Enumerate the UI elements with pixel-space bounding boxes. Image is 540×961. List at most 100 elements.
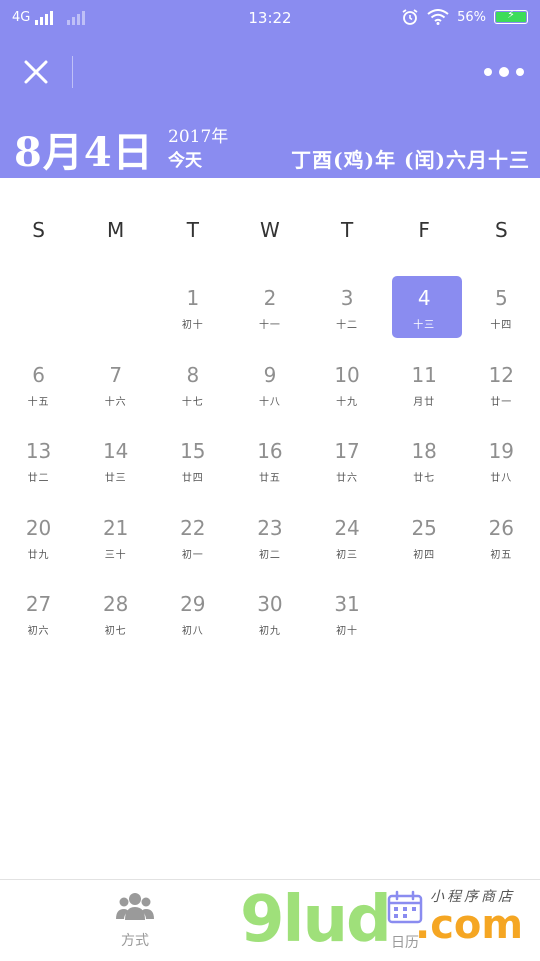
day-cell[interactable]: 22 初一 — [154, 506, 231, 583]
day-lunar: 十一 — [258, 320, 281, 331]
date-header: 8月4日 2017年 今天 丁酉(鸡)年 (闰)六月十三 — [0, 108, 540, 178]
day-cell[interactable]: 16 廿五 — [231, 429, 308, 506]
day-number: 16 — [257, 439, 283, 463]
day-cell-empty — [77, 276, 154, 353]
watermark-small: 小程序商店 — [430, 889, 515, 905]
day-number: 17 — [334, 439, 360, 463]
weekday-mon: M — [107, 218, 125, 242]
day-number: 19 — [488, 439, 515, 463]
day-lunar: 十四 — [490, 320, 513, 331]
day-number: 21 — [102, 515, 129, 540]
day-number: 27 — [25, 592, 52, 616]
day-lunar: 初四 — [413, 549, 436, 561]
day-lunar: 初六 — [27, 626, 50, 637]
day-cell[interactable]: 15 廿四 — [154, 429, 231, 506]
day-number: 5 — [494, 286, 508, 310]
day-cell[interactable]: 30 初九 — [231, 582, 308, 659]
day-number: 1 — [186, 286, 200, 310]
day-cell[interactable]: 11 月廿 — [386, 353, 463, 430]
day-number: 13 — [25, 439, 52, 463]
day-cell[interactable]: 28 初七 — [77, 582, 154, 659]
day-lunar: 廿七 — [413, 473, 436, 484]
weekday-sat: S — [494, 218, 508, 242]
day-number: 11 — [411, 362, 437, 387]
day-lunar: 廿九 — [27, 549, 50, 561]
day-cell[interactable]: 18 廿七 — [386, 429, 463, 506]
day-number: 25 — [411, 515, 437, 540]
calendar-grid: 1 初十 2 十一 3 十二 4 十三 5 十四 6 十五 7 十六 8 十七 9 十八 10 十九 11 月廿 12 廿一 1… — [0, 276, 540, 659]
day-cell[interactable]: 9 十八 — [231, 353, 308, 430]
day-cell[interactable]: 23 初二 — [231, 506, 308, 583]
day-cell[interactable]: 8 十七 — [154, 353, 231, 430]
day-number: 22 — [180, 515, 206, 540]
wifi-icon — [427, 9, 449, 25]
day-cell[interactable]: 25 初四 — [386, 506, 463, 583]
day-cell[interactable]: 1 初十 — [154, 276, 231, 353]
day-number: 23 — [257, 515, 283, 540]
day-cell[interactable]: 6 十五 — [0, 353, 77, 430]
day-lunar: 初九 — [258, 626, 281, 637]
day-lunar: 廿一 — [490, 396, 513, 408]
status-bar: 4G 13:22 56% ⚡ — [0, 0, 540, 36]
day-lunar: 廿二 — [27, 473, 50, 484]
day-cell[interactable]: 31 初十 — [309, 582, 386, 659]
day-cell-empty — [0, 276, 77, 353]
day-cell[interactable]: 10 十九 — [309, 353, 386, 430]
day-lunar: 初八 — [181, 626, 204, 637]
day-cell[interactable]: 19 廿八 — [463, 429, 540, 506]
day-number: 14 — [102, 439, 129, 463]
weekday-header: S M T W T F S — [0, 218, 540, 246]
day-number: 3 — [340, 286, 354, 310]
day-cell[interactable]: 5 十四 — [463, 276, 540, 353]
day-lunar: 廿八 — [490, 473, 513, 484]
day-cell[interactable]: 13 廿二 — [0, 429, 77, 506]
weekday-thu: T — [340, 218, 354, 242]
day-lunar: 十八 — [258, 396, 281, 408]
more-options-icon[interactable] — [484, 58, 524, 86]
day-cell[interactable]: 24 初三 — [309, 506, 386, 583]
day-number: 28 — [102, 592, 129, 616]
day-cell[interactable]: 17 廿六 — [309, 429, 386, 506]
close-icon[interactable] — [18, 54, 54, 90]
day-cell[interactable]: 14 廿三 — [77, 429, 154, 506]
day-lunar: 廿三 — [104, 473, 127, 484]
day-lunar: 初五 — [490, 549, 513, 561]
day-number: 31 — [334, 592, 360, 616]
tab-contact[interactable]: 方式 — [90, 890, 180, 950]
nav-bar — [0, 36, 540, 108]
watermark-suffix: .com — [415, 902, 524, 948]
day-number: 26 — [488, 515, 515, 540]
day-cell[interactable]: 12 廿一 — [463, 353, 540, 430]
day-cell-selected[interactable]: 4 十三 — [386, 276, 463, 353]
weekday-wed: W — [260, 218, 280, 242]
day-lunar: 十七 — [181, 396, 204, 408]
current-year: 2017年 — [168, 127, 229, 147]
day-lunar: 初二 — [258, 549, 281, 561]
day-cell[interactable]: 2 十一 — [231, 276, 308, 353]
day-cell[interactable]: 27 初六 — [0, 582, 77, 659]
day-lunar: 廿四 — [181, 473, 204, 484]
watermark: 9lud .com 小程序商店 — [240, 880, 540, 960]
lunar-date: 丁酉(鸡)年 (闰)六月十三 — [291, 148, 530, 172]
day-cell[interactable]: 26 初五 — [463, 506, 540, 583]
weekday-tue: T — [186, 218, 199, 242]
day-lunar: 初十 — [181, 320, 204, 331]
day-number: 9 — [263, 362, 277, 387]
day-number: 20 — [25, 515, 52, 540]
group-icon — [116, 893, 154, 920]
day-lunar: 初七 — [104, 626, 127, 637]
day-lunar: 三十 — [104, 549, 127, 561]
day-cell[interactable]: 7 十六 — [77, 353, 154, 430]
day-lunar: 十九 — [336, 396, 359, 408]
alarm-icon — [402, 9, 418, 25]
day-number: 6 — [32, 362, 45, 387]
day-lunar: 廿五 — [258, 473, 281, 484]
day-cell[interactable]: 29 初八 — [154, 582, 231, 659]
day-cell[interactable]: 3 十二 — [309, 276, 386, 353]
day-cell[interactable]: 21 三十 — [77, 506, 154, 583]
day-cell[interactable]: 20 廿九 — [0, 506, 77, 583]
day-lunar: 月廿 — [413, 396, 436, 408]
day-lunar: 十二 — [336, 320, 359, 331]
day-number: 30 — [257, 592, 283, 616]
day-lunar: 廿六 — [336, 473, 359, 484]
